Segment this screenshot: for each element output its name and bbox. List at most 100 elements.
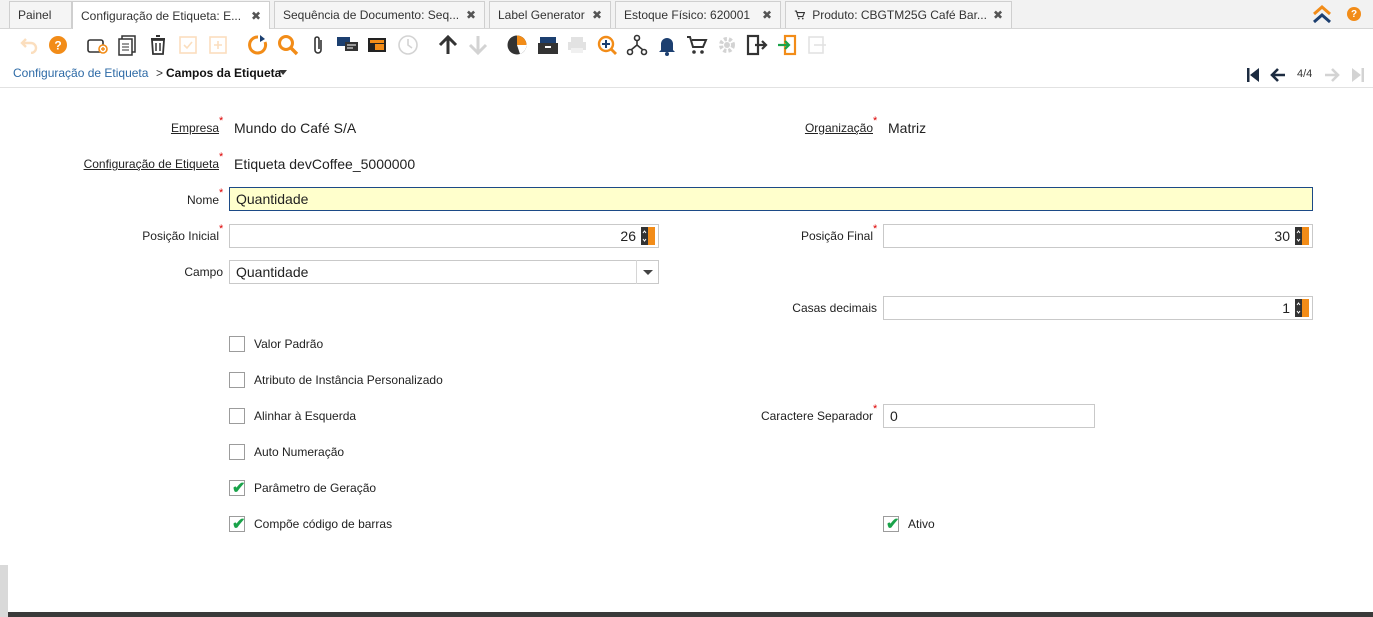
import-icon[interactable] — [776, 34, 798, 56]
close-icon[interactable]: ✖ — [460, 8, 476, 22]
first-record-icon[interactable] — [1244, 66, 1262, 84]
empresa-value: Mundo do Café S/A — [234, 120, 357, 136]
organizacao-value: Matriz — [888, 120, 927, 136]
valor-padrao-label: Valor Padrão — [254, 337, 324, 351]
spinner-icon[interactable] — [1295, 299, 1309, 317]
tab-label: Configuração de Etiqueta: E... — [81, 8, 242, 23]
campo-select[interactable]: Quantidade — [229, 260, 659, 284]
export-icon[interactable] — [746, 34, 768, 56]
tab-estoque-fisico[interactable]: Estoque Físico: 620001 ✖ — [615, 1, 781, 28]
ativo-checkbox[interactable]: ✔ — [883, 516, 900, 533]
find-icon[interactable] — [277, 34, 299, 56]
chevron-down-icon[interactable] — [636, 260, 658, 284]
zoom-across-icon[interactable] — [596, 34, 618, 56]
spinner-icon[interactable] — [1295, 227, 1309, 245]
chat-icon[interactable] — [336, 34, 358, 56]
lock-icon[interactable] — [806, 34, 828, 56]
help-icon[interactable]: ? — [1347, 7, 1361, 21]
svg-text:?: ? — [54, 39, 61, 53]
tab-label-generator[interactable]: Label Generator ✖ — [489, 1, 611, 28]
delete-icon[interactable] — [147, 34, 169, 56]
required-mark: * — [873, 403, 878, 415]
auto-numeracao-label: Auto Numeração — [254, 445, 345, 459]
process-icon[interactable] — [716, 34, 738, 56]
posicao-inicial-input[interactable]: 26 — [229, 224, 659, 248]
grid-toggle-icon[interactable] — [366, 34, 388, 56]
alinhar-esquerda-checkbox[interactable] — [229, 408, 245, 424]
close-icon[interactable]: ✖ — [245, 9, 261, 23]
cart-icon — [794, 10, 806, 20]
breadcrumb-parent-link[interactable]: Configuração de Etiqueta — [13, 66, 148, 80]
next-record-icon[interactable] — [1323, 66, 1341, 84]
parametro-geracao-label: Parâmetro de Geração — [254, 481, 377, 495]
posicao-final-input[interactable]: 30 — [883, 224, 1313, 248]
previous-record-icon[interactable] — [1269, 66, 1287, 84]
tab-produto[interactable]: Produto: CBGTM25G Café Bar... ✖ — [785, 1, 1012, 28]
save-new-icon[interactable] — [207, 34, 229, 56]
toolbar: ? — [0, 30, 1373, 60]
parent-record-icon[interactable] — [437, 34, 459, 56]
nome-input[interactable]: Quantidade — [229, 187, 1313, 211]
valor-padrao-checkbox[interactable] — [229, 336, 245, 352]
close-icon[interactable]: ✖ — [756, 8, 772, 22]
tab-label: Estoque Físico: 620001 — [624, 8, 751, 22]
casas-decimais-label: Casas decimais — [792, 301, 877, 315]
required-mark: * — [219, 115, 224, 127]
close-icon[interactable]: ✖ — [586, 8, 602, 22]
atributo-instancia-label: Atributo de Instância Personalizado — [254, 373, 443, 387]
checkmark-icon: ✔ — [232, 516, 246, 533]
scroll-strip — [0, 565, 8, 617]
new-record-icon[interactable] — [86, 34, 108, 56]
print-icon[interactable] — [566, 34, 588, 56]
auto-numeracao-checkbox[interactable] — [229, 444, 245, 460]
compoe-codigo-barras-label: Compõe código de barras — [254, 517, 393, 531]
copy-icon[interactable] — [116, 34, 138, 56]
required-mark: * — [219, 151, 224, 163]
undo-icon[interactable] — [18, 34, 40, 56]
chevron-down-icon[interactable] — [279, 70, 287, 75]
tab-painel[interactable]: Painel — [9, 1, 72, 28]
breadcrumb-separator: > — [156, 66, 164, 80]
ativo-label: Ativo — [908, 517, 935, 531]
detail-record-icon[interactable] — [467, 34, 489, 56]
tab-sequencia-documento[interactable]: Sequência de Documento: Seq... ✖ — [274, 1, 485, 28]
compoe-codigo-barras-checkbox[interactable]: ✔ — [229, 516, 246, 533]
archive-icon[interactable] — [536, 34, 558, 56]
workflow-icon[interactable] — [626, 34, 648, 56]
posicao-inicial-label: Posição Inicial — [142, 229, 219, 243]
tab-label: Label Generator — [498, 8, 585, 22]
parametro-geracao-checkbox[interactable]: ✔ — [229, 480, 246, 497]
spinner-icon[interactable] — [641, 227, 655, 245]
help-icon[interactable]: ? — [47, 34, 69, 56]
save-icon[interactable] — [177, 34, 199, 56]
required-mark: * — [873, 115, 878, 127]
attachment-icon[interactable] — [307, 34, 329, 56]
casas-decimais-input[interactable]: 1 — [883, 296, 1313, 320]
cart-icon[interactable] — [686, 34, 708, 56]
checkmark-icon: ✔ — [886, 516, 900, 533]
history-icon[interactable] — [397, 34, 419, 56]
tab-configuracao-etiqueta[interactable]: Configuração de Etiqueta: E... ✖ — [72, 1, 270, 29]
configuracao-etiqueta-value: Etiqueta devCoffee_5000000 — [234, 156, 416, 172]
atributo-instancia-checkbox[interactable] — [229, 372, 245, 388]
tab-label: Produto: CBGTM25G Café Bar... — [812, 8, 987, 22]
posicao-final-label: Posição Final — [800, 229, 873, 243]
configuracao-etiqueta-label[interactable]: Configuração de Etiqueta — [84, 157, 219, 171]
organizacao-label[interactable]: Organização — [805, 121, 873, 135]
caractere-separador-input[interactable]: 0 — [883, 404, 1095, 428]
report-icon[interactable] — [506, 34, 528, 56]
checkmark-icon: ✔ — [232, 480, 246, 497]
empresa-label[interactable]: Empresa — [171, 121, 219, 135]
required-mark: * — [873, 223, 878, 235]
breadcrumb-current[interactable]: Campos da Etiqueta — [166, 66, 281, 80]
required-mark: * — [219, 223, 224, 235]
alert-icon[interactable] — [656, 34, 678, 56]
refresh-icon[interactable] — [247, 34, 269, 56]
collapse-icon[interactable] — [1310, 2, 1334, 26]
footer-bar — [8, 612, 1373, 617]
last-record-icon[interactable] — [1349, 66, 1367, 84]
record-count: 4/4 — [1297, 68, 1313, 80]
alinhar-esquerda-label: Alinhar à Esquerda — [254, 409, 357, 423]
close-icon[interactable]: ✖ — [987, 8, 1003, 22]
required-mark: * — [219, 187, 224, 199]
